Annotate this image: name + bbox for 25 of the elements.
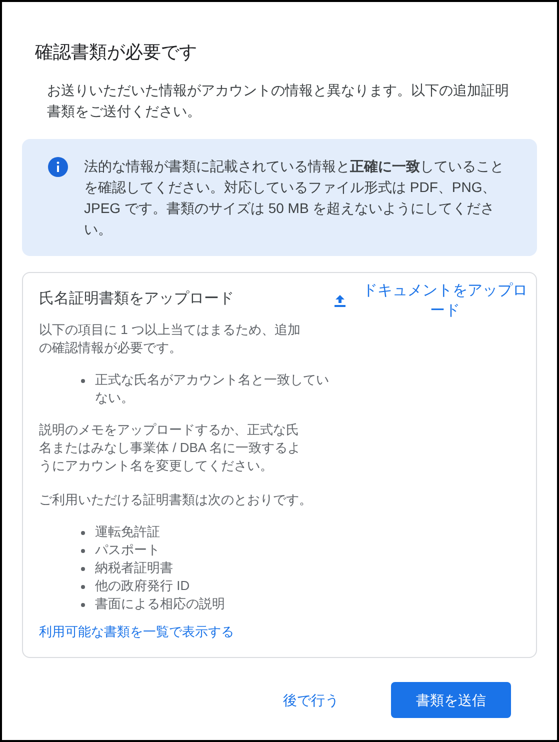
bullet-icon — [81, 603, 85, 607]
intro-text: お送りいただいた情報がアカウントの情報と異なります。以下の追加証明書類をご送付ください。 — [47, 81, 510, 121]
list-item: パスポート — [95, 541, 160, 559]
accepted-heading: ご利用いただける証明書類は次のとおりです。 — [39, 491, 313, 509]
instruction-text: 説明のメモをアップロードするか、正式な氏名またはみなし事業体 / DBA 名に一致するようにアカウント名を変更してください。 — [39, 421, 302, 475]
bullet-icon — [81, 567, 85, 571]
card-title: 氏名証明書類をアップロード — [39, 289, 235, 309]
submit-button[interactable]: 書類を送信 — [391, 682, 511, 718]
list-item: 運転免許証 — [95, 523, 160, 541]
bullet-icon — [81, 549, 85, 553]
info-icon — [48, 157, 68, 177]
document-list-link[interactable]: 利用可能な書類を一覧で表示する — [39, 623, 323, 641]
list-item: 納税者証明書 — [95, 559, 173, 577]
list-item: 他の政府発行 ID — [95, 577, 190, 595]
bullet-icon — [81, 379, 85, 383]
later-button[interactable]: 後で行う — [281, 682, 341, 718]
dialog-title: 確認書類が必要です — [35, 41, 198, 64]
info-text: 法的な情報が書類に記載されている情報と正確に一致していることを確認してください。対応しているファイル形式は PDF、PNG、JPEG です。書類のサイズは 50 MB を超えないようにしてください。 — [84, 157, 505, 239]
upload-icon — [333, 294, 347, 308]
upload-document-link[interactable]: ドキュメントをアップロード — [333, 281, 533, 641]
bullet-icon — [81, 531, 85, 535]
reason-text: 以下の項目に 1 つ以上当てはまるため、追加の確認情報が必要です。 — [39, 321, 302, 357]
list-item: 正式な氏名がアカウント名と一致していない。 — [95, 371, 329, 407]
list-item: 書面による相応の説明 — [95, 595, 225, 613]
bullet-icon — [81, 585, 85, 589]
